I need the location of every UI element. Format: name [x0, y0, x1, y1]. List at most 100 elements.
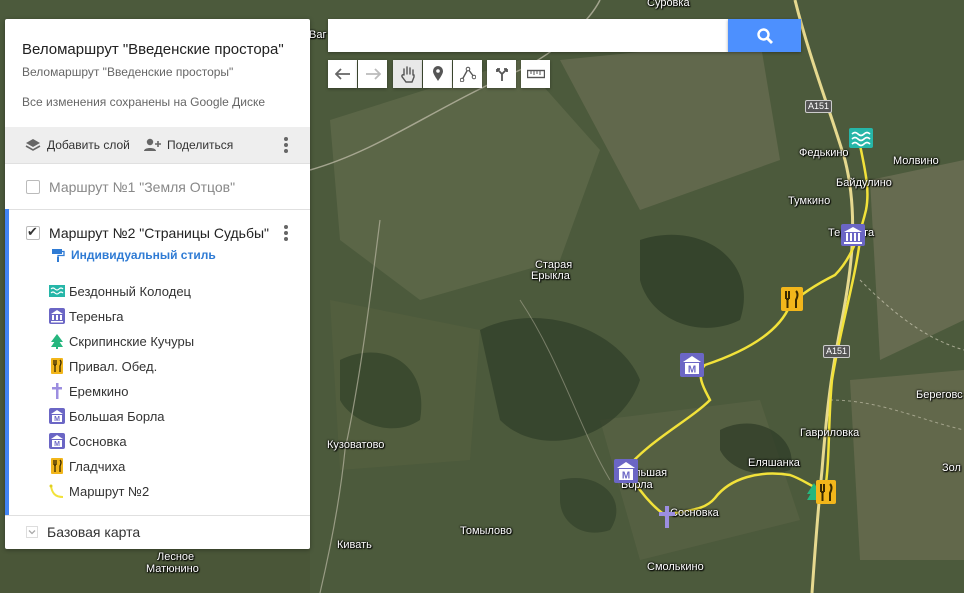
svg-text:M: M — [54, 416, 60, 423]
layer-route-1[interactable]: Маршрут №1 "Земля Отцов" — [26, 179, 235, 195]
tree-icon — [51, 334, 63, 349]
feature-label: Тереньга — [69, 308, 124, 324]
pan-tool-button[interactable] — [393, 60, 422, 88]
museum-icon — [49, 308, 65, 324]
chevron-down-icon — [26, 526, 38, 538]
redo-button[interactable] — [358, 60, 387, 88]
measure-button[interactable] — [521, 60, 550, 88]
place-label: Гавриловка — [800, 427, 860, 439]
water-icon[interactable] — [849, 128, 873, 150]
water-icon — [49, 285, 65, 297]
monument-icon[interactable]: M — [614, 459, 638, 483]
divider — [5, 515, 310, 516]
feature-item[interactable]: Еремкино — [49, 383, 128, 399]
feature-label: Еремкино — [69, 383, 129, 399]
feature-item[interactable]: Скрипинские Кучуры — [49, 333, 194, 349]
add-marker-button[interactable] — [423, 60, 452, 88]
add-layer-label: Добавить слой — [47, 138, 130, 152]
search-input[interactable] — [328, 19, 728, 52]
paint-roller-icon — [52, 249, 65, 262]
svg-text:M: M — [622, 471, 630, 482]
place-label: Томылово — [460, 525, 512, 537]
feature-item[interactable]: Привал. Обед. — [49, 358, 157, 374]
feature-label: Гладчиха — [69, 458, 126, 474]
basemap-toggle[interactable]: Базовая карта — [26, 524, 140, 540]
draw-line-icon — [459, 66, 476, 82]
feature-label: Привал. Обед. — [69, 358, 158, 374]
cross-icon — [52, 383, 62, 399]
undo-button[interactable] — [328, 60, 357, 88]
directions-button[interactable] — [487, 60, 516, 88]
add-person-icon — [144, 138, 161, 151]
museum-icon[interactable] — [841, 224, 865, 246]
feature-label: Большая Борла — [69, 408, 165, 424]
feature-item[interactable]: M Сосновка — [49, 433, 127, 449]
basemap-label: Базовая карта — [47, 524, 141, 540]
place-label: Зол — [942, 462, 961, 474]
share-button[interactable]: Поделиться — [143, 127, 233, 163]
map-description[interactable]: Веломаршрут "Введенские просторы" — [22, 65, 233, 79]
svg-text:M: M — [688, 365, 696, 376]
place-label: Еляшанка — [748, 457, 800, 469]
restaurant-icon — [51, 358, 63, 374]
feature-item[interactable]: M Большая Борла — [49, 408, 165, 424]
style-link-label: Индивидуальный стиль — [71, 248, 216, 262]
place-label: Кузоватово — [327, 439, 385, 451]
layer-checkbox[interactable] — [26, 224, 40, 240]
restaurant-icon[interactable] — [781, 287, 803, 311]
undo-icon — [334, 68, 350, 80]
feature-label: Сосновка — [69, 433, 127, 449]
layer-name[interactable]: Маршрут №2 "Страницы Судьбы" — [49, 225, 269, 241]
monument-icon[interactable]: MM — [680, 353, 704, 377]
place-label: Федькино — [799, 147, 849, 159]
add-layer-button[interactable]: Добавить слой — [25, 127, 130, 163]
share-label: Поделиться — [167, 138, 234, 152]
road-shield: A151 — [805, 100, 833, 113]
layer-name[interactable]: Маршрут №1 "Земля Отцов" — [49, 179, 235, 195]
place-label: Матюнино — [146, 563, 199, 575]
place-label: Молвино — [893, 155, 939, 167]
feature-label: Скрипинские Кучуры — [69, 333, 195, 349]
divider — [5, 209, 310, 210]
selected-layer-accent — [5, 209, 9, 515]
search-button[interactable] — [728, 19, 801, 52]
place-label: Смолькино — [647, 561, 704, 573]
monument-icon: M — [49, 433, 65, 449]
feature-item[interactable]: Тереньга — [49, 308, 124, 324]
save-status: Все изменения сохранены на Google Диске — [22, 95, 266, 109]
restaurant-icon — [51, 458, 63, 474]
divider — [5, 163, 310, 164]
marker-icon — [432, 66, 443, 81]
hand-icon — [400, 66, 415, 83]
place-label: Ваг — [309, 29, 327, 41]
action-bar: Добавить слой Поделиться — [5, 127, 310, 163]
map-title[interactable]: Веломаршрут "Введенские простора" — [22, 41, 294, 58]
layer-checkbox[interactable] — [26, 180, 40, 194]
place-label: Кивать — [337, 539, 372, 551]
place-label: Лесное — [157, 551, 195, 563]
layers-icon — [25, 139, 41, 151]
map-panel: Веломаршрут "Введенские простора" Велома… — [5, 19, 310, 549]
draw-line-button[interactable] — [453, 60, 482, 88]
ruler-icon — [526, 69, 545, 79]
road-shield: A151 — [823, 345, 851, 358]
layer-options-menu[interactable] — [283, 224, 289, 242]
place-label: Байдулино — [836, 177, 892, 189]
feature-item[interactable]: Маршрут №2 — [49, 483, 149, 499]
directions-icon — [495, 68, 508, 81]
route-line-icon — [49, 484, 64, 498]
layer-route-2[interactable]: Маршрут №2 "Страницы Судьбы" — [26, 224, 269, 241]
redo-icon — [365, 68, 381, 80]
feature-label: Бездонный Колодец — [69, 283, 191, 299]
restaurant-icon[interactable] — [816, 480, 838, 504]
individual-style-link[interactable]: Индивидуальный стиль — [51, 248, 216, 262]
place-label: Береговс — [916, 389, 963, 401]
map-options-menu[interactable] — [283, 136, 289, 154]
place-label: Ерыкла — [531, 270, 570, 282]
feature-item[interactable]: Гладчиха — [49, 458, 125, 474]
place-label: Суровка — [647, 0, 690, 9]
place-label: Тумкино — [788, 195, 831, 207]
svg-text:M: M — [54, 441, 60, 448]
feature-item[interactable]: Бездонный Колодец — [49, 283, 191, 299]
cross-icon[interactable] — [656, 505, 678, 528]
